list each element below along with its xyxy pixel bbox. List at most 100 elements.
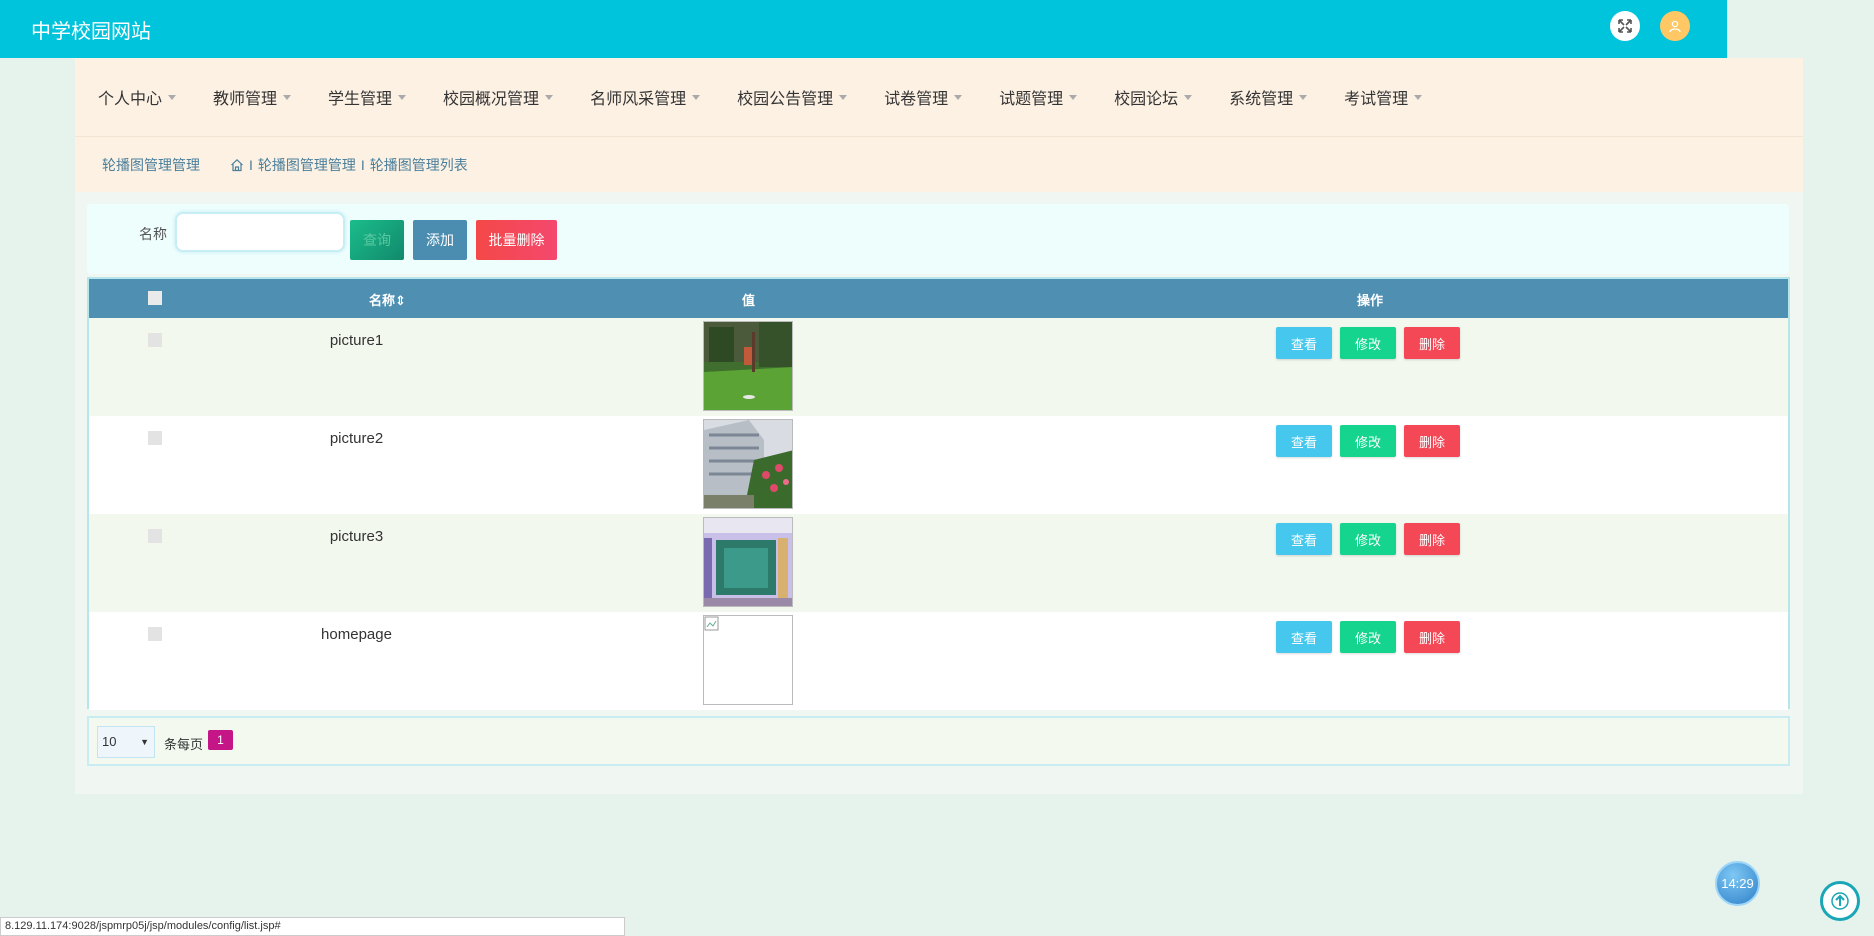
avatar[interactable] — [1660, 11, 1690, 41]
nav-label: 考试管理 — [1344, 91, 1409, 108]
view-button[interactable]: 查看 — [1276, 425, 1332, 457]
batch-delete-button[interactable]: 批量删除 — [476, 220, 557, 260]
broken-image-icon — [704, 616, 719, 631]
breadcrumb-current: 轮播图管理列表 — [369, 156, 468, 173]
row-checkbox[interactable] — [148, 627, 162, 641]
caret-down-icon — [1184, 94, 1193, 100]
row-image — [703, 419, 793, 509]
scroll-top-button[interactable] — [1820, 881, 1860, 921]
caret-down-icon — [1069, 94, 1078, 100]
edit-button[interactable]: 修改 — [1340, 523, 1396, 555]
caret-down-icon — [692, 94, 701, 100]
nav-label: 校园论坛 — [1114, 91, 1179, 108]
query-button[interactable]: 查询 — [350, 220, 404, 260]
main-nav: 个人中心 教师管理 学生管理 校园概况管理 名师风采管理 校园公告管理 试卷管理… — [75, 58, 1803, 137]
add-button[interactable]: 添加 — [413, 220, 467, 260]
triangle-down-icon: ▼ — [140, 737, 149, 747]
status-bar-url: 8.129.11.174:9028/jspmrp05j/jsp/modules/… — [0, 917, 625, 936]
nav-label: 学生管理 — [328, 91, 393, 108]
row-actions: 查看 修改 删除 — [1276, 327, 1468, 359]
delete-button[interactable]: 删除 — [1404, 425, 1460, 457]
per-page-label: 条每页 — [164, 737, 204, 752]
clock-widget: 14:29 — [1715, 861, 1760, 906]
top-bar: 中学校园网站 — [0, 0, 1727, 58]
nav-item-campus-notice[interactable]: 校园公告管理 — [737, 85, 848, 109]
row-name: picture2 — [329, 430, 384, 447]
row-actions: 查看 修改 删除 — [1276, 425, 1468, 457]
page-number-current[interactable]: 1 — [208, 730, 233, 750]
nav-item-forum[interactable]: 校园论坛 — [1114, 85, 1193, 109]
row-checkbox[interactable] — [148, 529, 162, 543]
table-row: picture3 查看 修改 删除 — [89, 514, 1788, 612]
delete-button[interactable]: 删除 — [1404, 621, 1460, 653]
row-image — [703, 517, 793, 607]
expand-arrows-icon — [1618, 19, 1632, 33]
nav-item-teacher[interactable]: 教师管理 — [213, 85, 292, 109]
nav-item-system[interactable]: 系统管理 — [1229, 85, 1308, 109]
edit-button[interactable]: 修改 — [1340, 327, 1396, 359]
column-header-value: 值 — [742, 293, 756, 308]
nav-item-personal-center[interactable]: 个人中心 — [98, 85, 177, 109]
nav-label: 试卷管理 — [884, 91, 949, 108]
page-size-value: 10 — [102, 734, 117, 749]
user-icon — [1669, 20, 1681, 33]
table-header: 名称⇕ 值 操作 — [89, 279, 1788, 318]
row-image — [703, 321, 793, 411]
caret-down-icon — [1299, 94, 1308, 100]
nav-label: 系统管理 — [1229, 91, 1294, 108]
table-row: picture2 查看 修改 删除 — [89, 416, 1788, 514]
row-name: picture3 — [329, 528, 384, 545]
delete-button[interactable]: 删除 — [1404, 523, 1460, 555]
main-container: 个人中心 教师管理 学生管理 校园概况管理 名师风采管理 校园公告管理 试卷管理… — [75, 58, 1803, 794]
caret-down-icon — [283, 94, 292, 100]
fullscreen-button[interactable] — [1610, 11, 1640, 41]
data-table: 名称⇕ 值 操作 picture1 查看 修改 删除 picture2 查看 修… — [87, 277, 1790, 710]
view-button[interactable]: 查看 — [1276, 621, 1332, 653]
site-title: 中学校园网站 — [31, 19, 151, 43]
search-label: 名称 — [139, 226, 167, 242]
search-bar: 名称 查询 添加 批量删除 — [87, 204, 1789, 274]
nav-label: 个人中心 — [98, 91, 163, 108]
row-actions: 查看 修改 删除 — [1276, 523, 1468, 555]
view-button[interactable]: 查看 — [1276, 327, 1332, 359]
breadcrumb-link[interactable]: 轮播图管理管理 — [258, 155, 356, 175]
row-name: picture1 — [329, 332, 384, 349]
caret-down-icon — [954, 94, 963, 100]
nav-label: 名师风采管理 — [590, 91, 687, 108]
nav-item-teacher-showcase[interactable]: 名师风采管理 — [590, 85, 701, 109]
nav-item-paper[interactable]: 试卷管理 — [884, 85, 963, 109]
caret-down-icon — [1414, 94, 1423, 100]
caret-down-icon — [545, 94, 554, 100]
nav-label: 校园概况管理 — [443, 91, 540, 108]
search-input[interactable] — [175, 212, 345, 252]
nav-item-student[interactable]: 学生管理 — [328, 85, 407, 109]
page-title: 轮播图管理管理 — [102, 156, 200, 173]
nav-label: 试题管理 — [999, 91, 1064, 108]
pagination: 10 ▼ 条每页 1 — [87, 716, 1790, 766]
arrow-up-icon — [1831, 892, 1849, 910]
select-all-checkbox[interactable] — [148, 291, 162, 305]
nav-item-campus-overview[interactable]: 校园概况管理 — [443, 85, 554, 109]
nav-label: 教师管理 — [213, 91, 278, 108]
breadcrumb: 轮播图管理管理 I 轮播图管理管理 I 轮播图管理列表 — [75, 137, 1803, 192]
caret-down-icon — [398, 94, 407, 100]
breadcrumb-separator: I — [360, 156, 365, 173]
nav-label: 校园公告管理 — [737, 91, 834, 108]
home-icon[interactable] — [230, 158, 244, 172]
column-header-name[interactable]: 名称⇕ — [369, 290, 406, 309]
nav-item-exam[interactable]: 考试管理 — [1344, 85, 1423, 109]
row-checkbox[interactable] — [148, 333, 162, 347]
breadcrumb-separator: I — [249, 156, 253, 173]
view-button[interactable]: 查看 — [1276, 523, 1332, 555]
edit-button[interactable]: 修改 — [1340, 425, 1396, 457]
row-actions: 查看 修改 删除 — [1276, 621, 1468, 653]
table-row: homepage 查看 修改 删除 — [89, 612, 1788, 710]
row-name: homepage — [321, 626, 392, 643]
table-row: picture1 查看 修改 删除 — [89, 318, 1788, 416]
edit-button[interactable]: 修改 — [1340, 621, 1396, 653]
page-size-select[interactable]: 10 ▼ — [97, 726, 155, 758]
delete-button[interactable]: 删除 — [1404, 327, 1460, 359]
column-header-actions: 操作 — [1357, 293, 1384, 308]
row-checkbox[interactable] — [148, 431, 162, 445]
nav-item-question[interactable]: 试题管理 — [999, 85, 1078, 109]
